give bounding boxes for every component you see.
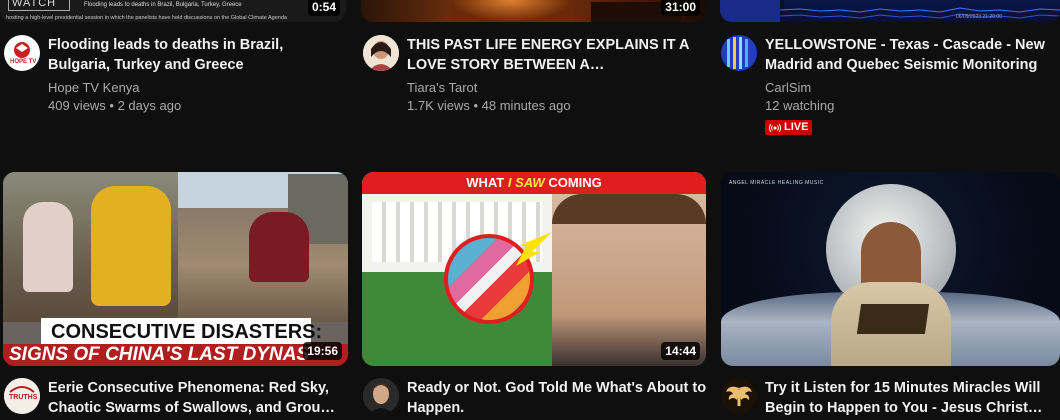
thumbnail-caption: Flooding leads to deaths in Brazil, Bulg… (84, 2, 242, 8)
thumbnail-timestamp: 06/09/2023 21:20:00 (956, 14, 1002, 20)
channel-avatar[interactable]: TRUTHS (4, 378, 40, 414)
view-count: 409 views (48, 98, 106, 113)
video-stats: 409 views • 2 days ago (48, 97, 181, 115)
avatar-label: TRUTHS (9, 394, 38, 401)
video-title[interactable]: Flooding leads to deaths in Brazil, Bulg… (48, 35, 348, 75)
video-thumbnail[interactable]: ANGEL MIRACLE HEALING MUSIC (721, 172, 1060, 366)
channel-name[interactable]: CarlSim (765, 79, 811, 97)
live-broadcast-icon (769, 123, 781, 132)
channel-avatar[interactable] (721, 35, 757, 71)
video-title[interactable]: Ready or Not. God Told Me What's About t… (407, 378, 707, 418)
thumbnail-caption: hosting a high-level presidential sessio… (6, 15, 287, 21)
hope-tv-logo-icon (10, 42, 34, 66)
view-count: 1.7K views (407, 98, 470, 113)
live-badge: LIVE (765, 120, 813, 135)
channel-name[interactable]: Hope TV Kenya (48, 79, 140, 97)
duration-badge: 14:44 (661, 342, 700, 360)
duration-badge: 19:56 (303, 342, 342, 360)
upload-age: 48 minutes ago (481, 98, 571, 113)
video-thumbnail[interactable]: CONSECUTIVE DISASTERS: SIGNS OF CHINA'S … (3, 172, 348, 366)
tiara-profile-icon (363, 35, 399, 71)
channel-avatar[interactable]: HOPE TV (4, 35, 40, 71)
video-stats: 1.7K views • 48 minutes ago (407, 97, 571, 115)
channel-avatar[interactable] (363, 35, 399, 71)
duration-badge: 31:00 (661, 0, 700, 16)
video-title[interactable]: THIS PAST LIFE ENERGY EXPLAINS IT A LOVE… (407, 35, 707, 75)
thumbnail-caption: ANGEL MIRACLE HEALING MUSIC (729, 180, 824, 186)
seismic-map-icon (721, 35, 757, 71)
angel-wings-icon (721, 378, 757, 414)
thumbnail-headline: WHAT I SAW COMING (466, 175, 602, 190)
avatar-label: HOPE TV (10, 59, 37, 65)
channel-avatar[interactable] (721, 378, 757, 414)
live-label: LIVE (784, 121, 809, 133)
channel-profile-icon (363, 378, 399, 414)
thumbnail-headline: CONSECUTIVE DISASTERS: (51, 321, 323, 343)
watching-count: 12 watching (765, 98, 835, 113)
video-title[interactable]: Eerie Consecutive Phenomena: Red Sky, Ch… (48, 378, 348, 418)
video-thumbnail[interactable]: WATCH Flooding leads to deaths in Brazil… (0, 0, 346, 22)
arrow-icon (516, 232, 552, 266)
book-image (856, 304, 930, 334)
thumbnail-headline: SIGNS OF CHINA'S LAST DYNAS (9, 344, 310, 365)
duration-badge: 0:54 (307, 0, 340, 16)
video-thumbnail[interactable]: WHAT I SAW COMING 14:44 (362, 172, 706, 366)
video-title[interactable]: YELLOWSTONE - Texas - Cascade - New Madr… (765, 35, 1060, 75)
seismograph-traces (780, 7, 1060, 19)
separator: • (105, 98, 118, 113)
video-thumbnail[interactable]: 31:00 (361, 0, 706, 22)
channel-name[interactable]: Tiara's Tarot (407, 79, 477, 97)
watch-label: WATCH (12, 0, 57, 9)
video-thumbnail[interactable]: 06/09/2023 21:20:00 (720, 0, 1060, 22)
channel-avatar[interactable] (363, 378, 399, 414)
separator: • (469, 98, 482, 113)
watch-label-box: WATCH (8, 0, 70, 11)
video-title[interactable]: Try it Listen for 15 Minutes Miracles Wi… (765, 378, 1060, 418)
upload-age: 2 days ago (117, 98, 182, 113)
